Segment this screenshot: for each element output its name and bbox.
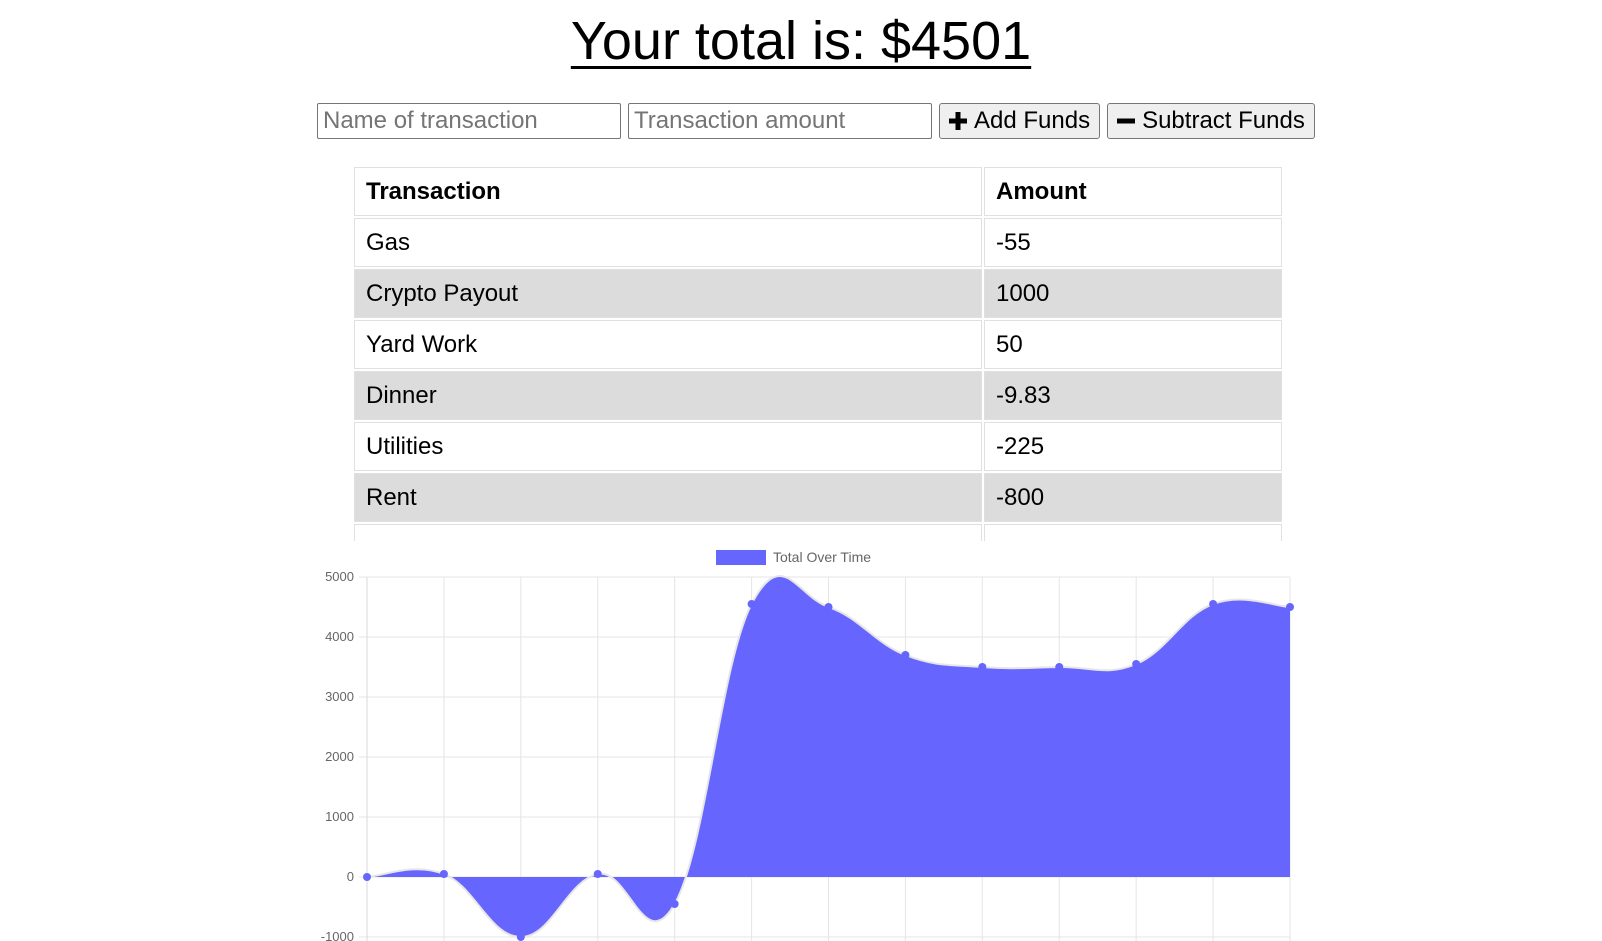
data-point xyxy=(593,870,602,878)
table-row: Dinner -9.83 xyxy=(354,371,1282,420)
data-point xyxy=(439,870,448,878)
data-point xyxy=(901,651,910,659)
data-point xyxy=(978,663,987,671)
y-tick-label: 3000 xyxy=(325,689,354,704)
transaction-name: Utilities xyxy=(354,422,982,471)
transaction-name: Gas xyxy=(354,218,982,267)
transaction-name: Crypto Payout xyxy=(354,269,982,318)
transaction-amount: 50 xyxy=(984,320,1282,369)
transactions-table-container[interactable]: Transaction Amount Gas -55 Crypto Payout… xyxy=(352,165,1284,541)
transaction-amount-partial xyxy=(984,524,1282,541)
transaction-name-input[interactable] xyxy=(317,103,621,139)
data-point xyxy=(1055,663,1064,671)
table-row: Gas -55 xyxy=(354,218,1282,267)
table-row: Utilities -225 xyxy=(354,422,1282,471)
transaction-amount: -9.83 xyxy=(984,371,1282,420)
subtract-funds-label: Subtract Funds xyxy=(1142,107,1305,134)
add-funds-label: Add Funds xyxy=(974,107,1091,134)
data-point xyxy=(1209,600,1218,608)
y-tick-label: 2000 xyxy=(325,749,354,764)
plus-icon xyxy=(949,112,967,130)
y-tick-label: 0 xyxy=(347,869,354,884)
data-point xyxy=(363,873,371,881)
transaction-amount: -225 xyxy=(984,422,1282,471)
transaction-name: Rent xyxy=(354,473,982,522)
transaction-name: Dinner xyxy=(354,371,982,420)
y-tick-label: -1000 xyxy=(321,929,354,941)
data-point xyxy=(670,900,679,908)
transaction-amount-input[interactable] xyxy=(628,103,932,139)
table-row: Crypto Payout 1000 xyxy=(354,269,1282,318)
data-point xyxy=(1286,603,1294,611)
transaction-amount: -55 xyxy=(984,218,1282,267)
data-point xyxy=(516,933,525,941)
transaction-name: Yard Work xyxy=(354,320,982,369)
transactions-table: Transaction Amount Gas -55 Crypto Payout… xyxy=(352,165,1284,541)
subtract-funds-button[interactable]: Subtract Funds xyxy=(1107,103,1315,139)
y-tick-label: 4000 xyxy=(325,629,354,644)
total-over-time-chart: 5000 4000 3000 2000 1000 0 -1000 Total Over Tim… xyxy=(310,545,1330,941)
minus-icon xyxy=(1117,118,1136,124)
table-row xyxy=(354,524,1282,541)
transaction-name-partial xyxy=(354,524,982,541)
legend-label: Total Over Time xyxy=(773,549,871,565)
table-header-row: Transaction Amount xyxy=(354,167,1282,216)
page-title: Your total is: $4501 xyxy=(570,11,1032,71)
data-point xyxy=(1132,660,1141,668)
chart-svg: 5000 4000 3000 2000 1000 0 -1000 Total Over Tim… xyxy=(321,549,1294,941)
y-tick-label: 1000 xyxy=(325,809,354,824)
table-row: Rent -800 xyxy=(354,473,1282,522)
transaction-amount: 1000 xyxy=(984,269,1282,318)
column-header-amount: Amount xyxy=(984,167,1282,216)
data-point xyxy=(747,600,756,608)
add-funds-button[interactable]: Add Funds xyxy=(939,103,1101,139)
y-tick-label: 5000 xyxy=(325,569,354,584)
table-row: Yard Work 50 xyxy=(354,320,1282,369)
transaction-form: Add Funds Subtract Funds xyxy=(317,103,1322,139)
legend-swatch xyxy=(716,550,766,565)
column-header-transaction: Transaction xyxy=(354,167,982,216)
transaction-amount: -800 xyxy=(984,473,1282,522)
data-point xyxy=(824,603,833,611)
